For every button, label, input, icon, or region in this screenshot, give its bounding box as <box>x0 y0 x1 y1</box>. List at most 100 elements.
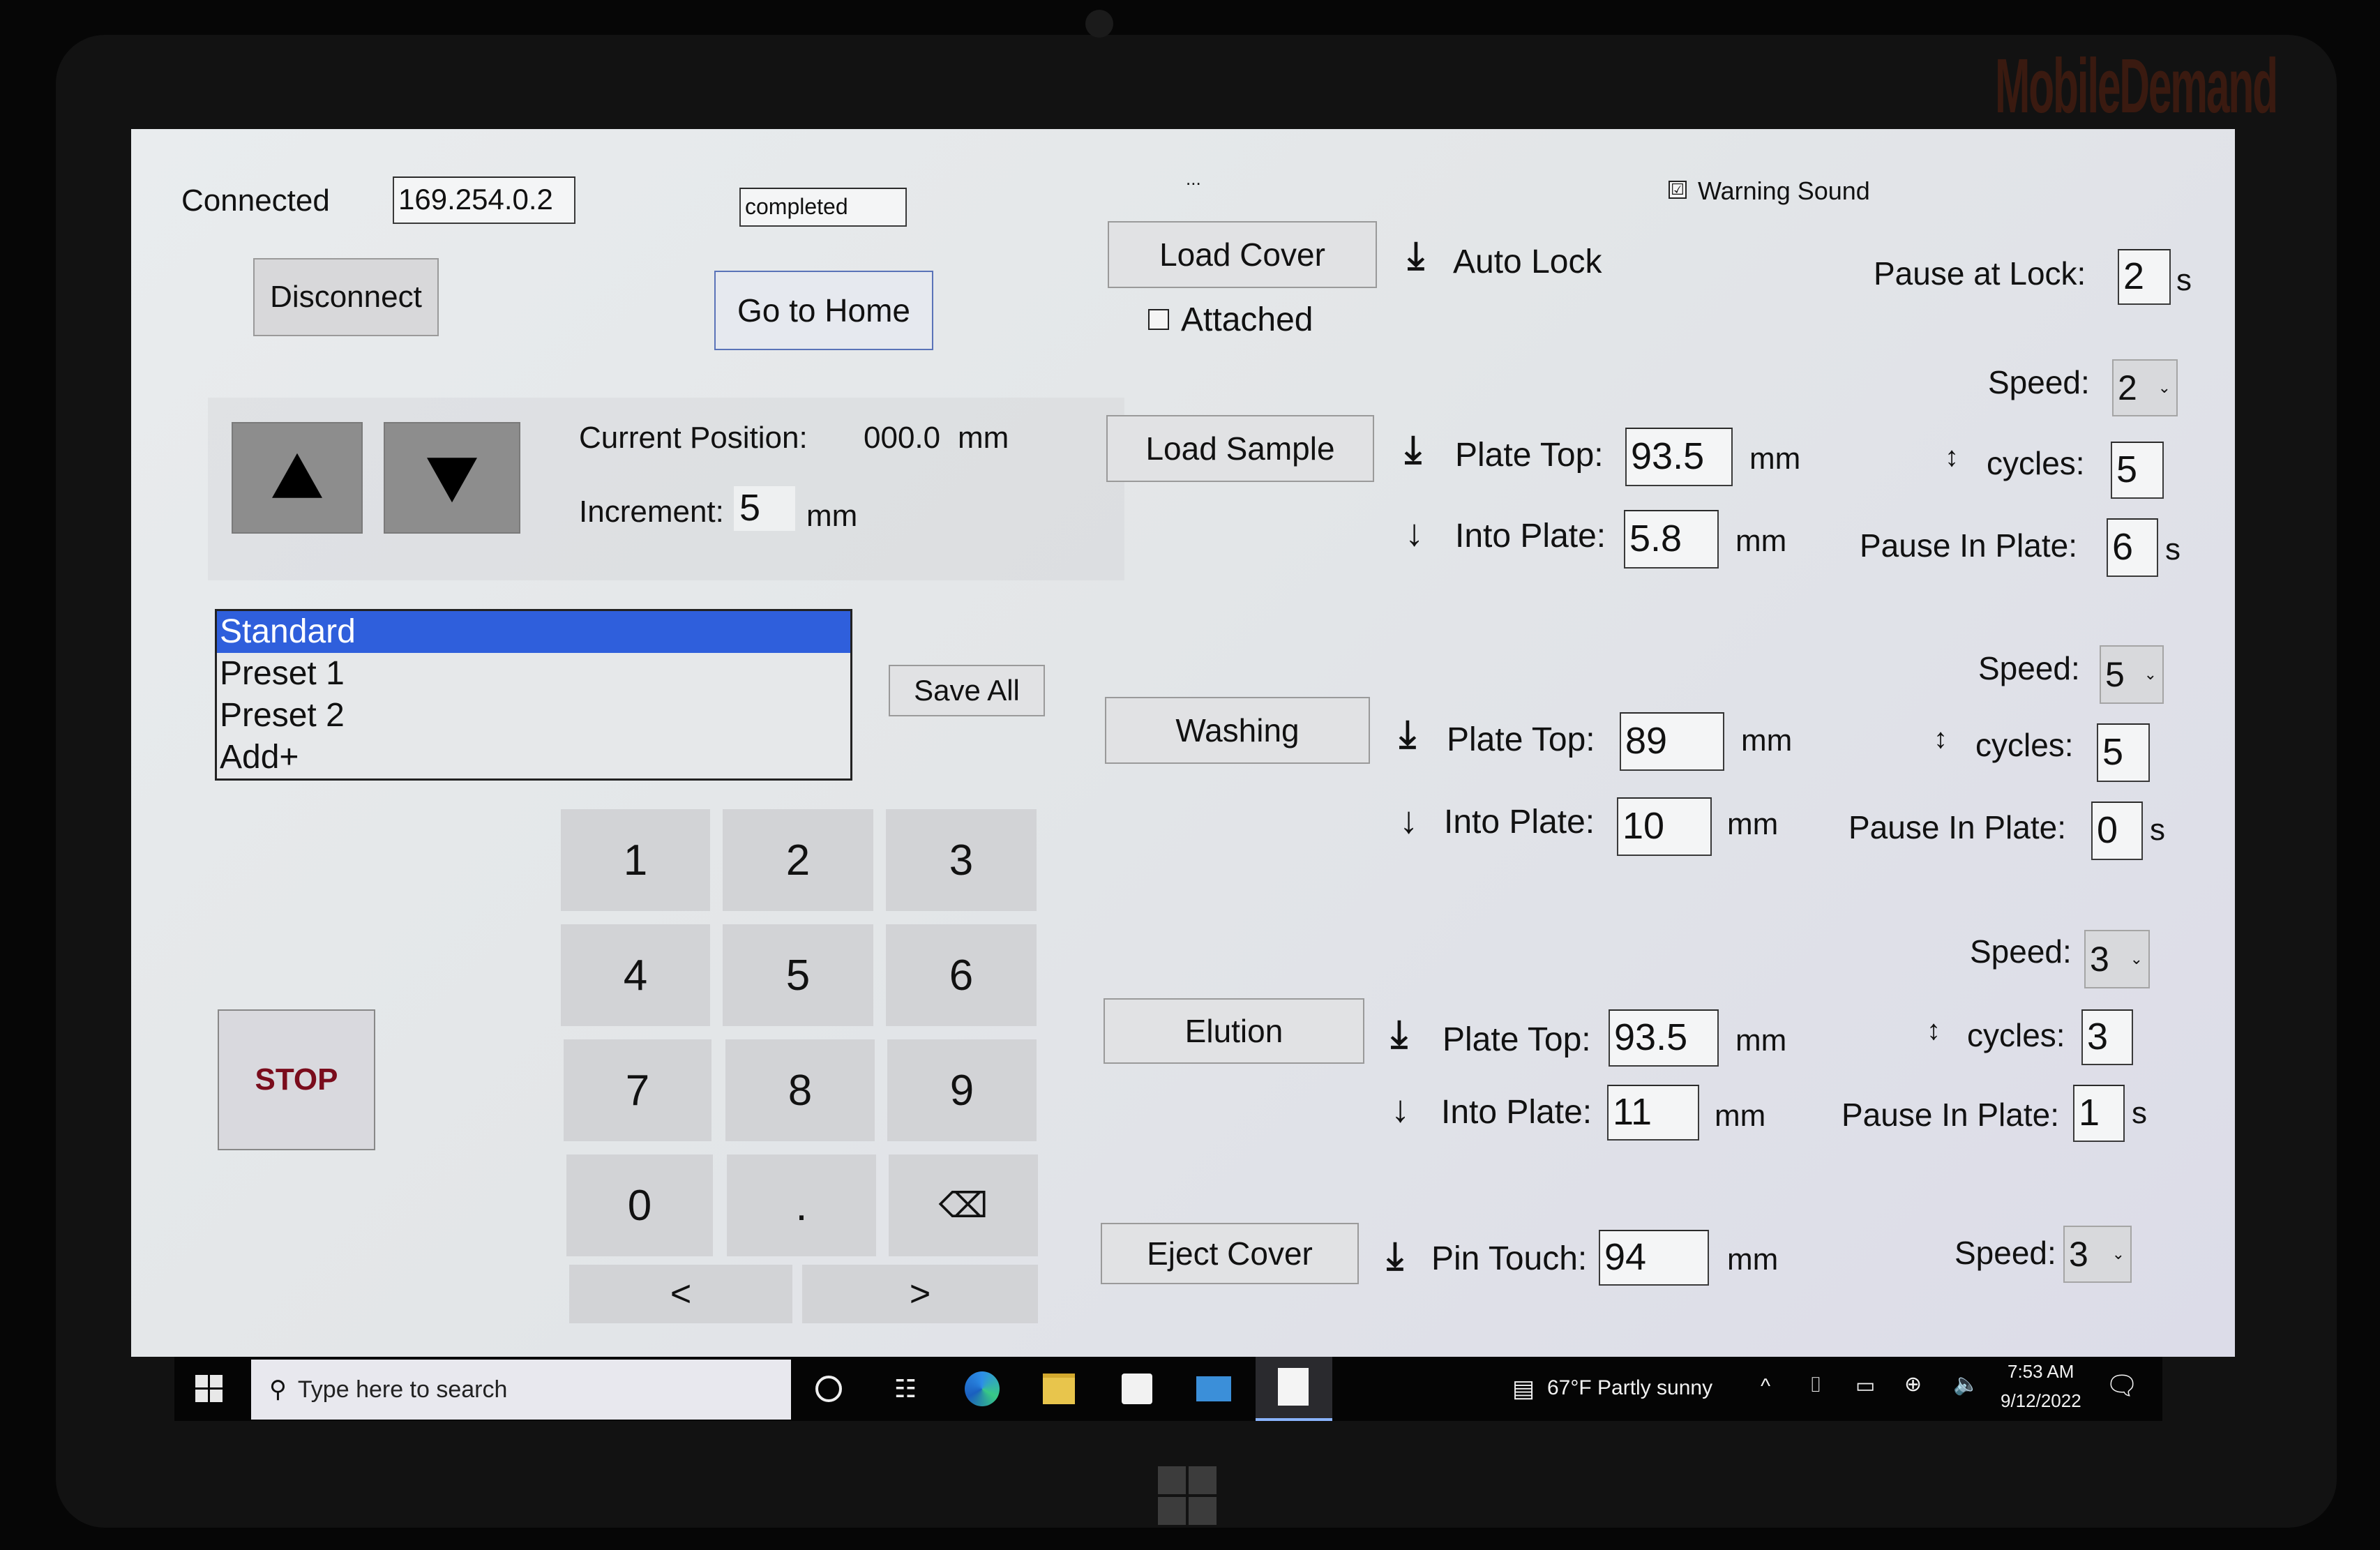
task-view-icon[interactable]: ☷ <box>886 1369 925 1408</box>
load-sample-button[interactable]: Load Sample <box>1106 415 1374 482</box>
meet-now-icon[interactable]: ⌷ <box>1809 1374 1822 1397</box>
load-sample-into-plate-input[interactable]: 5.8 <box>1624 510 1719 569</box>
load-cover-speed-select[interactable]: 2 ⌄ <box>2112 359 2178 416</box>
eject-cover-button[interactable]: Eject Cover <box>1101 1223 1359 1284</box>
elution-pause-in-plate-input[interactable]: 1 <box>2073 1085 2125 1142</box>
washing-button[interactable]: Washing <box>1105 697 1370 764</box>
increment-unit: mm <box>806 499 858 533</box>
backspace-icon[interactable]: ⌫ <box>889 1154 1038 1256</box>
pin-touch-input[interactable]: 94 <box>1599 1230 1709 1286</box>
load-sample-pause-in-plate-input[interactable]: 6 <box>2107 518 2158 577</box>
notification-center-icon[interactable]: 🗨 <box>2105 1371 2139 1401</box>
load-sample-speed-select[interactable]: 5 ⌄ <box>2100 645 2164 704</box>
keypad-key-8[interactable]: 8 <box>725 1039 875 1141</box>
load-sample-plate-top-label: Plate Top: <box>1455 437 1604 474</box>
pause-at-lock-unit: s <box>2176 263 2192 297</box>
elution-plate-top-unit: mm <box>1735 1023 1787 1058</box>
clock-date[interactable]: 9/12/2022 <box>2001 1390 2081 1412</box>
pause-at-lock-label: Pause at Lock: <box>1874 255 2086 292</box>
load-sample-plate-top-input[interactable]: 93.5 <box>1625 428 1733 486</box>
ip-address-field[interactable]: 169.254.0.2 <box>393 176 575 224</box>
edge-browser-icon[interactable] <box>963 1369 1002 1408</box>
attached-label: Attached <box>1181 301 1313 338</box>
network-icon[interactable]: ⊕ <box>1904 1372 1922 1397</box>
washing-plate-top-label: Plate Top: <box>1447 721 1595 758</box>
keypad-key-2[interactable]: 2 <box>723 809 873 911</box>
keypad-key-3[interactable]: 3 <box>886 809 1037 911</box>
keypad-key-1[interactable]: 1 <box>561 809 710 911</box>
stop-button[interactable]: STOP <box>218 1009 375 1150</box>
save-all-button[interactable]: Save All <box>889 665 1045 716</box>
preset-item-add[interactable]: Add+ <box>217 737 850 778</box>
go-to-home-button[interactable]: Go to Home <box>714 271 933 350</box>
washing-speed-label: Speed: <box>1970 933 2072 970</box>
washing-cycles-label: cycles: <box>1975 727 2074 763</box>
warning-sound-checkbox[interactable]: ☑ <box>1669 181 1687 199</box>
load-sample-pause-in-plate-label: Pause In Plate: <box>1860 527 2077 564</box>
arrow-down-icon: ⤓ <box>1408 234 1424 276</box>
elution-cycles-label: cycles: <box>1967 1017 2065 1053</box>
keypad-key-9[interactable]: 9 <box>887 1039 1037 1141</box>
washing-pause-in-plate-input[interactable]: 0 <box>2091 802 2143 860</box>
disconnect-button[interactable]: Disconnect <box>253 258 439 336</box>
tray-overflow-chevron-icon[interactable]: ^ <box>1761 1375 1770 1399</box>
ellipsis-label: ... <box>1186 168 1201 189</box>
elution-into-plate-input[interactable]: 11 <box>1607 1085 1699 1141</box>
washing-plate-top-input[interactable]: 89 <box>1620 712 1724 771</box>
keypad-key-decimal[interactable]: . <box>727 1154 876 1256</box>
keypad-left-button[interactable]: < <box>569 1265 792 1323</box>
triangle-up-icon <box>272 453 322 498</box>
weather-label[interactable]: 67°F Partly sunny <box>1547 1376 1712 1400</box>
elution-plate-top-label: Plate Top: <box>1443 1021 1591 1058</box>
jog-up-button[interactable] <box>232 422 363 534</box>
device-brand-logo: MobileDemand <box>1995 43 2278 129</box>
battery-charging-icon[interactable]: ▭ <box>1855 1374 1875 1398</box>
speed-value: 3 <box>2090 940 2109 979</box>
windows-hardware-button-icon[interactable] <box>1158 1466 1218 1526</box>
arrow-down-short-icon: ↓ <box>1399 799 1418 841</box>
cortana-icon[interactable] <box>809 1369 848 1408</box>
status-field: completed <box>739 188 907 227</box>
chevron-down-icon: ⌄ <box>2111 1245 2125 1263</box>
mail-icon[interactable] <box>1194 1369 1233 1408</box>
keypad-key-6[interactable]: 6 <box>886 924 1037 1026</box>
elution-cycles-input[interactable]: 3 <box>2081 1009 2133 1065</box>
eject-cover-speed-select[interactable]: 3 ⌄ <box>2063 1226 2132 1283</box>
jog-down-button[interactable] <box>384 422 520 534</box>
taskbar-search-box[interactable]: ⚲ Type here to search <box>251 1360 791 1420</box>
keypad-key-7[interactable]: 7 <box>564 1039 711 1141</box>
washing-into-plate-input[interactable]: 10 <box>1617 797 1712 856</box>
elution-plate-top-input[interactable]: 93.5 <box>1609 1009 1719 1067</box>
windows-start-icon[interactable] <box>195 1375 223 1403</box>
preset-item-standard[interactable]: Standard <box>217 611 850 653</box>
washing-cycles-input[interactable]: 5 <box>2097 723 2150 782</box>
load-sample-cycles-label: cycles: <box>1987 445 2085 481</box>
preset-item-2[interactable]: Preset 2 <box>217 695 850 737</box>
file-explorer-icon[interactable] <box>1039 1369 1078 1408</box>
keypad-key-5[interactable]: 5 <box>723 924 873 1026</box>
connection-status-label: Connected <box>181 183 330 218</box>
attached-checkbox[interactable] <box>1148 309 1169 330</box>
microsoft-store-icon[interactable] <box>1117 1369 1157 1408</box>
volume-icon[interactable]: 🔈 <box>1953 1372 1979 1397</box>
pause-at-lock-input[interactable]: 2 <box>2118 249 2171 305</box>
current-position-value: 000.0 <box>864 421 941 455</box>
elution-button[interactable]: Elution <box>1104 998 1364 1064</box>
load-sample-speed-label: Speed: <box>1978 650 2080 686</box>
camera-icon <box>1085 10 1113 38</box>
search-icon: ⚲ <box>269 1376 287 1403</box>
app-window: Connected 169.254.0.2 completed ... Disc… <box>131 129 2235 1357</box>
load-sample-cycles-input[interactable]: 5 <box>2111 442 2164 499</box>
keypad-key-0[interactable]: 0 <box>566 1154 713 1256</box>
clock-time[interactable]: 7:53 AM <box>2008 1361 2074 1383</box>
preset-listbox[interactable]: Standard Preset 1 Preset 2 Add+ <box>215 609 852 781</box>
preset-item-1[interactable]: Preset 1 <box>217 653 850 695</box>
taskbar: ⚲ Type here to search ☷ ▤ 67°F Partly su… <box>174 1357 2162 1421</box>
keypad-key-4[interactable]: 4 <box>561 924 710 1026</box>
speed-value: 2 <box>2118 368 2137 407</box>
active-app-taskbar-button[interactable] <box>1256 1357 1332 1421</box>
load-cover-button[interactable]: Load Cover <box>1108 221 1377 288</box>
increment-input[interactable]: 5 <box>734 486 795 531</box>
keypad-right-button[interactable]: > <box>802 1265 1038 1323</box>
washing-speed-select[interactable]: 3 ⌄ <box>2084 930 2150 988</box>
